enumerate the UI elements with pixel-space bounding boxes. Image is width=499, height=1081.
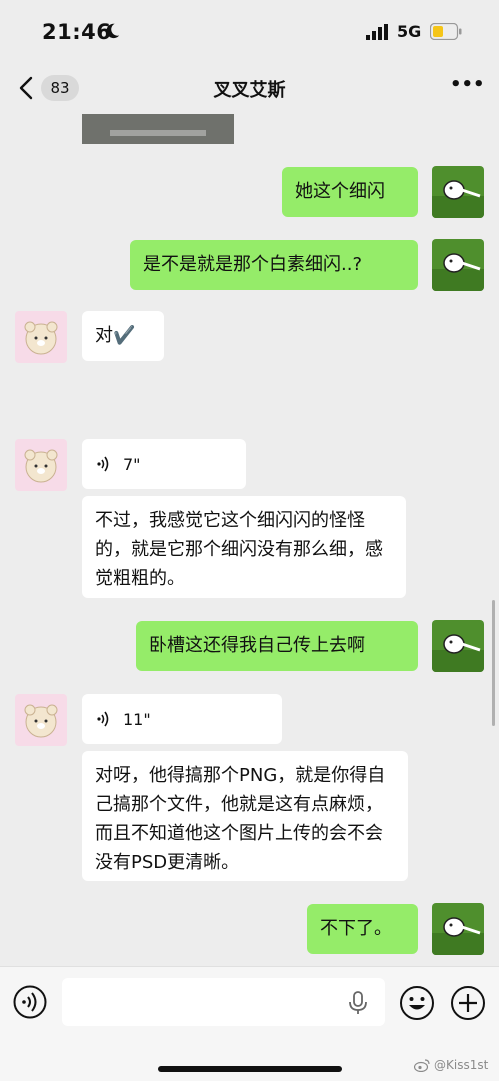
moon-icon [106, 23, 120, 39]
weibo-logo-icon [414, 1058, 430, 1072]
message-bubble-sent[interactable]: 她这个细闪 [282, 167, 418, 217]
back-arrow-icon[interactable] [16, 74, 38, 102]
my-avatar[interactable] [432, 239, 484, 291]
voice-wave-icon [97, 456, 109, 472]
microphone-icon[interactable] [347, 991, 369, 1015]
signal-icon [366, 24, 388, 40]
chat-header: 83 叉叉艾斯 ••• [0, 64, 499, 114]
message-list[interactable]: 她这个细闪 是不是就是那个白素细闪..? 对✔️ 7" 不过，我感觉它这个细闪闪… [0, 114, 499, 966]
voice-wave-icon [97, 711, 109, 727]
my-avatar[interactable] [432, 620, 484, 672]
previous-image-message[interactable] [82, 114, 234, 144]
message-bubble-sent[interactable]: 不下了。 [307, 904, 418, 954]
voice-message[interactable]: 7" [82, 439, 246, 489]
contact-avatar[interactable] [15, 311, 67, 363]
voice-duration: 11" [123, 709, 151, 729]
battery-icon [430, 23, 462, 40]
unread-count-badge[interactable]: 83 [41, 75, 79, 101]
my-avatar[interactable] [432, 166, 484, 218]
home-indicator [158, 1066, 342, 1072]
voice-mode-icon[interactable] [13, 985, 47, 1019]
contact-avatar[interactable] [15, 694, 67, 746]
voice-message[interactable]: 11" [82, 694, 282, 744]
message-bubble-sent[interactable]: 卧槽这还得我自己传上去啊 [136, 621, 418, 671]
message-bubble-received[interactable]: 对呀，他得搞那个PNG，就是你得自己搞那个文件，他就是这有点麻烦，而且不知道他这… [82, 751, 408, 881]
watermark: @Kiss1st [414, 1058, 488, 1072]
message-bubble-received[interactable]: 对✔️ [82, 311, 164, 361]
my-avatar[interactable] [432, 903, 484, 955]
message-bubble-received[interactable]: 不过，我感觉它这个细闪闪的怪怪的，就是它那个细闪没有那么细，感觉粗粗的。 [82, 496, 406, 598]
message-bubble-sent[interactable]: 是不是就是那个白素细闪..? [130, 240, 418, 290]
watermark-text: @Kiss1st [434, 1058, 489, 1072]
message-input[interactable] [62, 978, 385, 1026]
more-icon[interactable]: ••• [450, 76, 485, 98]
voice-duration: 7" [123, 454, 141, 474]
status-bar: 21:46 5G [0, 0, 499, 64]
emoji-icon[interactable] [399, 985, 435, 1021]
scrollbar[interactable] [492, 600, 495, 726]
network-type: 5G [397, 22, 422, 41]
plus-icon[interactable] [450, 985, 486, 1021]
contact-avatar[interactable] [15, 439, 67, 491]
status-time: 21:46 [42, 20, 112, 44]
